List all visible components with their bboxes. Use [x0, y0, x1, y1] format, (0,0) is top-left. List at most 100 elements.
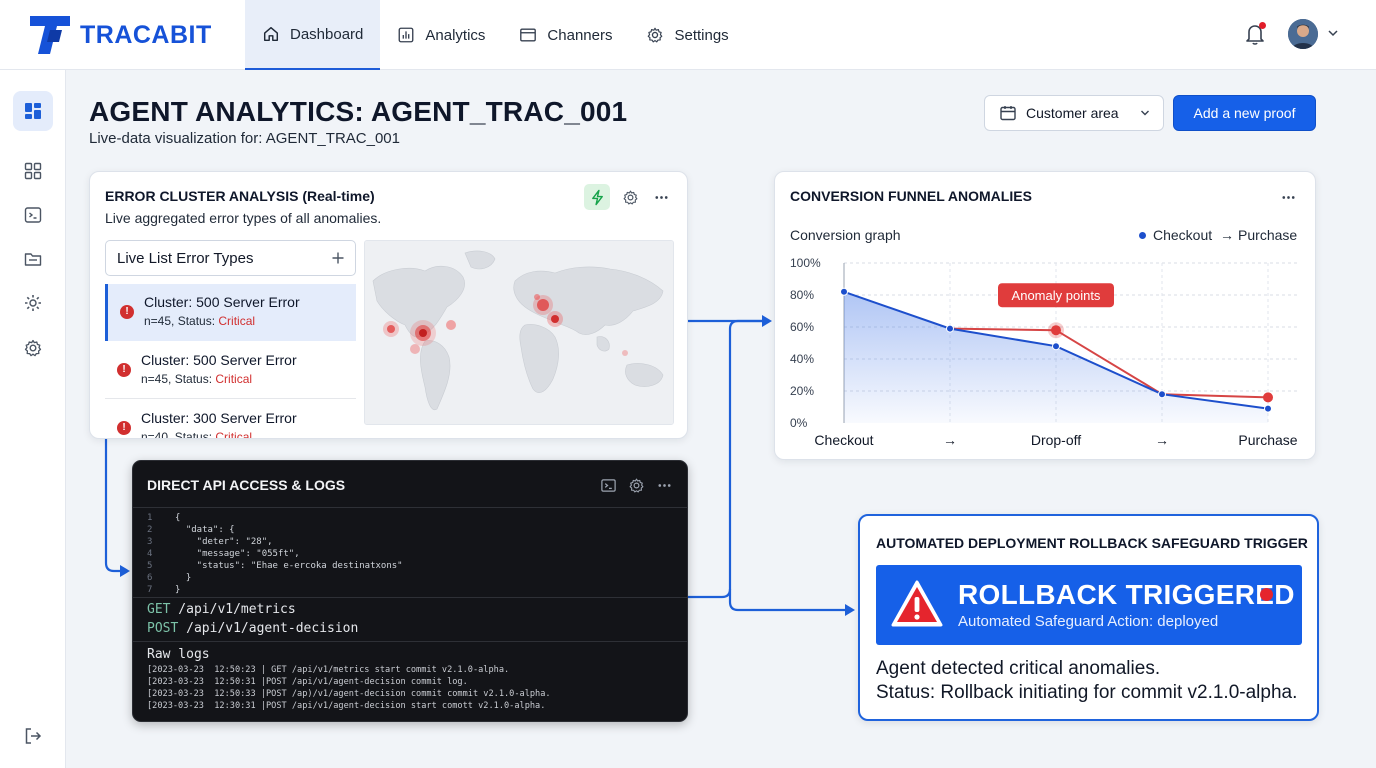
error-types-list-title: Live List Error Types — [117, 249, 254, 267]
api-logs-panel: DIRECT API ACCESS & LOGS 1{ 2 "data": { … — [132, 460, 688, 722]
grid-icon — [24, 162, 42, 180]
more-horizontal-icon — [1281, 195, 1295, 199]
terminal-icon — [600, 478, 616, 492]
code-text: { — [175, 513, 181, 523]
error-types-list-header[interactable]: Live List Error Types — [105, 240, 356, 276]
data-point — [946, 324, 954, 333]
rollback-message-line-1: Agent detected critical anomalies. — [876, 658, 1161, 679]
api-more-button[interactable] — [651, 472, 677, 498]
sidebar-item-console[interactable] — [13, 195, 53, 235]
y-tick-label: 80% — [790, 288, 814, 302]
nav-dashboard-label: Dashboard — [290, 25, 364, 43]
x-tick-label: Purchase — [1238, 432, 1297, 448]
cluster-meta: n=45, Status: Critical — [144, 314, 356, 328]
legend-arrow: → — [1220, 227, 1235, 243]
error-panel-subtitle: Live aggregated error types of all anoma… — [105, 210, 382, 226]
cluster-name: Cluster: 500 Server Error — [144, 294, 300, 310]
more-horizontal-icon — [657, 483, 671, 487]
nav-analytics[interactable]: Analytics — [380, 0, 502, 70]
x-tick-label: → — [1155, 432, 1169, 448]
line-number: 3 — [147, 537, 153, 547]
sidebar-item-integrations[interactable] — [13, 283, 53, 323]
chevron-down-icon[interactable] — [1326, 26, 1340, 40]
chart-legend: Checkout → Purchase — [1139, 227, 1297, 243]
rollback-status-sub: Automated Safeguard Action: deployed — [958, 613, 1219, 630]
error-alert-icon: ! — [120, 305, 134, 319]
chevron-down-icon — [1141, 110, 1149, 116]
main-nav: Dashboard Analytics Channers Settings — [245, 0, 746, 70]
sidebar-item-dashboard[interactable] — [13, 91, 53, 131]
y-tick-label: 40% — [790, 352, 814, 366]
code-text: } — [175, 573, 192, 583]
page-title: AGENT ANALYTICS: AGENT_TRAC_001 — [89, 96, 628, 127]
api-divider — [133, 597, 687, 598]
line-number: 1 — [147, 513, 153, 523]
cluster-count: n=45, Status: — [141, 372, 216, 386]
api-settings-button[interactable] — [623, 472, 649, 498]
log-line: [2023-03-23 12:50:31 |POST /api/v1/agent… — [147, 677, 468, 687]
code-text: } — [175, 585, 181, 595]
nav-settings-label: Settings — [674, 26, 729, 44]
funnel-more-button[interactable] — [1275, 184, 1301, 210]
nav-settings[interactable]: Settings — [629, 0, 745, 70]
cluster-item[interactable]: ! Cluster: 300 Server Error n=40, Status… — [105, 400, 356, 439]
cog-icon — [25, 295, 41, 311]
error-panel-more-button[interactable] — [648, 184, 674, 210]
funnel-panel-title: CONVERSION FUNNEL ANOMALIES — [790, 188, 1032, 204]
gear-icon — [648, 27, 663, 43]
error-panel-settings-button[interactable] — [617, 184, 643, 210]
cluster-status: Critical — [218, 314, 256, 328]
cluster-item[interactable]: ! Cluster: 500 Server Error n=45, Status… — [105, 284, 356, 341]
live-toggle-button[interactable] — [584, 184, 610, 210]
data-point — [1158, 390, 1166, 399]
cluster-meta: n=40, Status: Critical — [141, 430, 356, 439]
calendar-icon — [1000, 106, 1016, 121]
http-method: GET — [147, 602, 171, 617]
user-avatar[interactable] — [1288, 19, 1318, 49]
sidebar-item-files[interactable] — [13, 239, 53, 279]
data-point — [1052, 342, 1060, 351]
code-text: "message": "055ft", — [175, 549, 300, 559]
gear-icon — [629, 478, 643, 493]
folder-icon — [24, 253, 42, 266]
sidebar-item-logout[interactable] — [13, 716, 53, 756]
logout-icon — [25, 728, 42, 744]
legend-from: Checkout — [1153, 227, 1213, 243]
api-console-button[interactable] — [595, 472, 621, 498]
log-line: [2023-03-23 12:50:23 | GET /api/v1/metri… — [147, 665, 510, 675]
code-text: "deter": "28", — [175, 537, 273, 547]
line-number: 2 — [147, 525, 153, 535]
cluster-status: Critical — [215, 430, 253, 439]
cluster-item[interactable]: ! Cluster: 500 Server Error n=45, Status… — [105, 342, 356, 399]
list-divider — [105, 398, 356, 399]
funnel-subtitle: Conversion graph — [790, 227, 901, 243]
sidebar — [0, 70, 66, 768]
add-proof-button[interactable]: Add a new proof — [1173, 95, 1316, 131]
terminal-icon — [24, 207, 42, 223]
log-line: [2023-03-23 12:50:33 |POST /ap)/v1/agent… — [147, 689, 551, 699]
y-tick-label: 60% — [790, 320, 814, 334]
y-tick-label: 20% — [790, 384, 814, 398]
y-tick-label: 100% — [790, 256, 821, 270]
anomaly-point — [1051, 325, 1061, 336]
error-world-map[interactable] — [364, 240, 674, 425]
sidebar-item-apps[interactable] — [13, 151, 53, 191]
notifications-button[interactable] — [1244, 22, 1266, 46]
nav-dashboard[interactable]: Dashboard — [245, 0, 381, 70]
data-point — [1264, 404, 1272, 413]
anomaly-point — [1263, 392, 1273, 403]
rollback-status-title: ROLLBACK TRIGGERED — [958, 579, 1295, 610]
error-cluster-panel: ERROR CLUSTER ANALYSIS (Real-time) Live … — [89, 171, 688, 439]
nav-channels[interactable]: Channers — [502, 0, 629, 70]
sidebar-item-settings[interactable] — [13, 328, 53, 368]
cluster-name: Cluster: 500 Server Error — [141, 352, 297, 368]
logo-mark-icon — [30, 16, 70, 54]
brand-logo[interactable]: TRACABIT — [28, 14, 212, 56]
customer-area-select[interactable]: Customer area — [984, 95, 1164, 131]
avatar-image — [1288, 19, 1318, 49]
funnel-line-chart: 100% 80% 60% 40% 20% 0% Anomaly points Checkout… — [790, 256, 1298, 448]
more-horizontal-icon — [654, 195, 668, 199]
http-method: POST — [147, 621, 179, 636]
endpoint-get-metrics[interactable]: GET /api/v1/metrics — [147, 602, 296, 617]
endpoint-post-decision[interactable]: POST /api/v1/agent-decision — [147, 621, 358, 636]
